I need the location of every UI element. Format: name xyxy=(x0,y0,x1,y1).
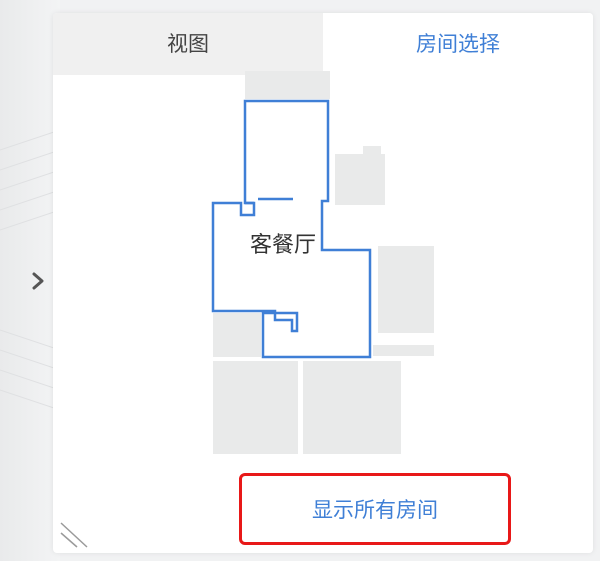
selected-room-label: 客餐厅 xyxy=(250,233,316,258)
room-right-large[interactable] xyxy=(378,246,434,333)
room-selection-panel: 视图 房间选择 客餐厅 显示所有房间 xyxy=(53,13,593,553)
floorplan: 客餐厅 xyxy=(211,71,434,454)
room-bottom-left[interactable] xyxy=(213,361,298,454)
show-all-rooms-button[interactable]: 显示所有房间 xyxy=(245,479,505,539)
room-left-small[interactable] xyxy=(213,313,261,357)
room-right-small[interactable] xyxy=(335,154,385,205)
room-right-top-tab[interactable] xyxy=(363,146,381,156)
room-top[interactable] xyxy=(245,71,330,99)
chevron-right-icon[interactable] xyxy=(28,266,48,296)
room-bottom-right[interactable] xyxy=(303,361,401,454)
room-right-strip[interactable] xyxy=(373,345,434,356)
resize-grip-icon[interactable] xyxy=(59,513,95,549)
show-all-highlight-box: 显示所有房间 xyxy=(239,473,511,545)
